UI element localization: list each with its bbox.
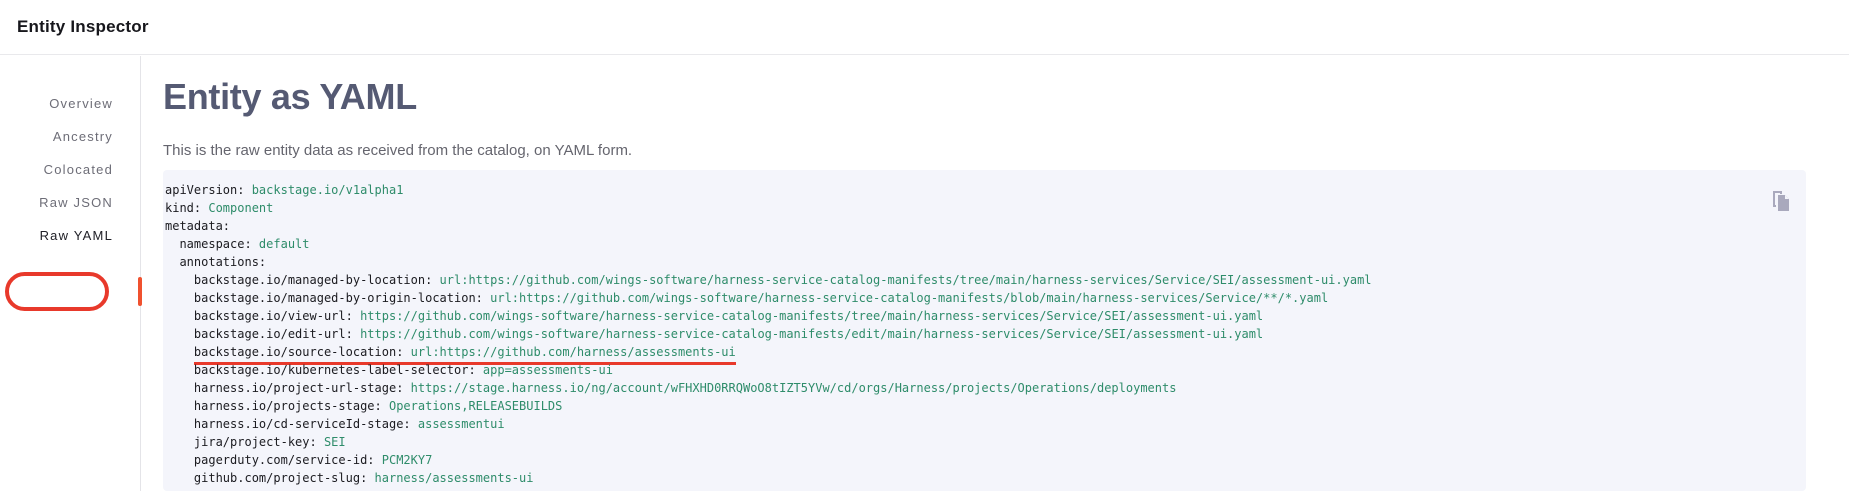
yaml-indent	[165, 399, 194, 413]
yaml-value: https://github.com/wings-software/harnes…	[353, 309, 1263, 323]
sidebar-item-raw-yaml[interactable]: Raw YAML	[0, 219, 140, 252]
yaml-line: harness.io/cd-serviceId-stage: assessmen…	[165, 415, 1762, 433]
yaml-line-content: metadata:	[165, 217, 230, 235]
yaml-line: backstage.io/managed-by-location: url:ht…	[165, 271, 1762, 289]
yaml-key: metadata:	[165, 219, 230, 233]
yaml-line: backstage.io/edit-url: https://github.co…	[165, 325, 1762, 343]
yaml-key: jira/project-key:	[194, 435, 317, 449]
yaml-key: harness.io/project-url-stage:	[194, 381, 404, 395]
yaml-line-content: jira/project-key: SEI	[194, 433, 346, 451]
yaml-key: annotations:	[179, 255, 266, 269]
yaml-indent	[165, 381, 194, 395]
yaml-line: metadata:	[165, 217, 1762, 235]
yaml-line: github.com/project-slug: harness/assessm…	[165, 469, 1762, 487]
sidebar-item-raw-json[interactable]: Raw JSON	[0, 186, 140, 219]
yaml-key: pagerduty.com/service-id:	[194, 453, 375, 467]
entity-inspector-panel: Entity Inspector OverviewAncestryColocat…	[0, 0, 1849, 491]
page-description: This is the raw entity data as received …	[163, 142, 632, 159]
copy-icon-glyph	[1769, 189, 1793, 213]
yaml-line: annotations:	[165, 253, 1762, 271]
main-content: Entity as YAML This is the raw entity da…	[163, 56, 1849, 491]
yaml-value: backstage.io/v1alpha1	[244, 183, 403, 197]
yaml-line-content: harness.io/cd-serviceId-stage: assessmen…	[194, 415, 505, 433]
yaml-value: default	[252, 237, 310, 251]
panel-title: Entity Inspector	[17, 17, 149, 37]
yaml-value: Component	[201, 201, 273, 215]
yaml-line-content: backstage.io/view-url: https://github.co…	[194, 307, 1263, 325]
yaml-line-content: kind: Component	[165, 199, 273, 217]
yaml-indent	[165, 291, 194, 305]
yaml-line-content: namespace: default	[179, 235, 309, 253]
yaml-indent	[165, 255, 179, 269]
yaml-line: harness.io/projects-stage: Operations,RE…	[165, 397, 1762, 415]
yaml-line: harness.io/project-url-stage: https://st…	[165, 379, 1762, 397]
sidebar-item-overview[interactable]: Overview	[0, 87, 140, 120]
yaml-line-content: annotations:	[179, 253, 266, 271]
annotation-circle	[5, 272, 109, 311]
yaml-line: backstage.io/kubernetes-label-selector: …	[165, 361, 1762, 379]
yaml-line: pagerduty.com/service-id: PCM2KY7	[165, 451, 1762, 469]
yaml-line-content: harness.io/projects-stage: Operations,RE…	[194, 397, 562, 415]
yaml-value: harness/assessments-ui	[367, 471, 533, 485]
sidebar-item-colocated[interactable]: Colocated	[0, 153, 140, 186]
copy-icon[interactable]	[1769, 189, 1793, 213]
yaml-value: url:https://github.com/harness/assessmen…	[403, 345, 735, 359]
yaml-key: backstage.io/edit-url:	[194, 327, 353, 341]
yaml-indent	[165, 453, 194, 467]
yaml-indent	[165, 327, 194, 341]
yaml-line: kind: Component	[165, 199, 1762, 217]
yaml-key: backstage.io/source-location:	[194, 345, 404, 359]
yaml-line-content: github.com/project-slug: harness/assessm…	[194, 469, 534, 487]
yaml-line: apiVersion: backstage.io/v1alpha1	[165, 181, 1762, 199]
yaml-line: backstage.io/view-url: https://github.co…	[165, 307, 1762, 325]
yaml-line-content: pagerduty.com/service-id: PCM2KY7	[194, 451, 432, 469]
yaml-indent	[165, 237, 179, 251]
page-title: Entity as YAML	[163, 76, 417, 118]
yaml-key: harness.io/cd-serviceId-stage:	[194, 417, 411, 431]
inspector-sidebar: OverviewAncestryColocatedRaw JSONRaw YAM…	[0, 56, 141, 491]
yaml-line-content: backstage.io/edit-url: https://github.co…	[194, 325, 1263, 343]
yaml-line-content: backstage.io/kubernetes-label-selector: …	[194, 361, 613, 379]
yaml-value: Operations,RELEASEBUILDS	[382, 399, 563, 413]
yaml-key: backstage.io/kubernetes-label-selector:	[194, 363, 476, 377]
yaml-line: namespace: default	[165, 235, 1762, 253]
yaml-indent	[165, 417, 194, 431]
yaml-value: url:https://github.com/wings-software/ha…	[483, 291, 1328, 305]
yaml-indent	[165, 363, 194, 377]
panel-header: Entity Inspector	[0, 0, 1849, 55]
yaml-indent	[165, 309, 194, 323]
yaml-indent	[165, 345, 194, 359]
yaml-key: kind:	[165, 201, 201, 215]
yaml-key: github.com/project-slug:	[194, 471, 367, 485]
yaml-key: apiVersion:	[165, 183, 244, 197]
yaml-indent	[165, 435, 194, 449]
yaml-key: backstage.io/managed-by-origin-location:	[194, 291, 483, 305]
yaml-indent	[165, 471, 194, 485]
yaml-value: url:https://github.com/wings-software/ha…	[432, 273, 1371, 287]
yaml-value: assessmentui	[411, 417, 505, 431]
yaml-key: harness.io/projects-stage:	[194, 399, 382, 413]
yaml-key: backstage.io/managed-by-location:	[194, 273, 432, 287]
yaml-line-content: backstage.io/managed-by-location: url:ht…	[194, 271, 1372, 289]
yaml-code-block: apiVersion: backstage.io/v1alpha1kind: C…	[163, 170, 1806, 491]
yaml-line: jira/project-key: SEI	[165, 433, 1762, 451]
active-tab-indicator	[138, 277, 142, 306]
yaml-value: SEI	[317, 435, 346, 449]
yaml-value: PCM2KY7	[375, 453, 433, 467]
yaml-value: https://github.com/wings-software/harnes…	[353, 327, 1263, 341]
yaml-line: backstage.io/source-location: url:https:…	[165, 343, 1762, 361]
yaml-lines: apiVersion: backstage.io/v1alpha1kind: C…	[165, 181, 1762, 487]
yaml-value: app=assessments-ui	[476, 363, 613, 377]
yaml-key: backstage.io/view-url:	[194, 309, 353, 323]
sidebar-item-ancestry[interactable]: Ancestry	[0, 120, 140, 153]
yaml-line-content: apiVersion: backstage.io/v1alpha1	[165, 181, 403, 199]
yaml-key: namespace:	[179, 237, 251, 251]
yaml-line-content: backstage.io/managed-by-origin-location:…	[194, 289, 1328, 307]
yaml-line-content: harness.io/project-url-stage: https://st…	[194, 379, 1177, 397]
yaml-line: backstage.io/managed-by-origin-location:…	[165, 289, 1762, 307]
yaml-indent	[165, 273, 194, 287]
sidebar-tab-list: OverviewAncestryColocatedRaw JSONRaw YAM…	[0, 87, 140, 252]
yaml-value: https://stage.harness.io/ng/account/wFHX…	[403, 381, 1176, 395]
